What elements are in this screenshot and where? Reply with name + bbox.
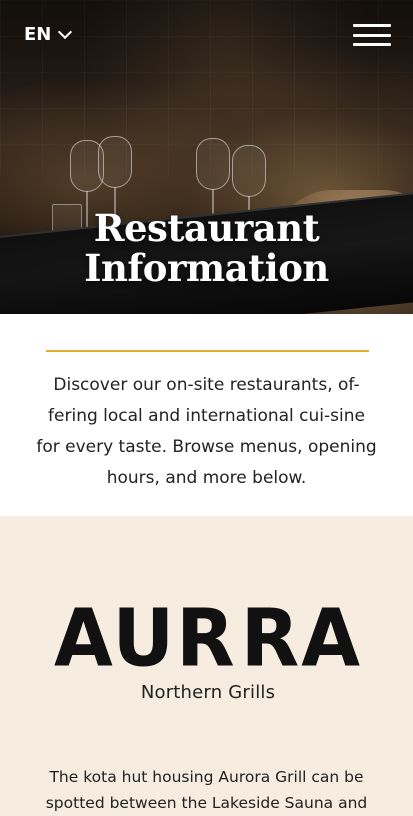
hero-section: EN Restaurant Information — [0, 0, 413, 314]
page-title-line: Restaurant — [93, 206, 320, 250]
aurora-section: AUR RA Northern Grills The kota hut hous… — [0, 516, 413, 816]
logo-text-left: AUR — [53, 590, 237, 685]
language-switcher[interactable]: EN — [24, 24, 73, 45]
intro-text: Discover our on-site restaurants, of-fer… — [36, 375, 377, 488]
accent-divider — [46, 350, 369, 352]
aurora-logo[interactable]: AUR RA Northern Grills — [54, 594, 360, 706]
logo-text-right: RA — [240, 590, 363, 685]
logo-wordmark: AUR RA — [54, 594, 360, 678]
chevron-down-icon — [58, 24, 73, 40]
page-title: Restaurant Information — [0, 208, 413, 288]
hamburger-icon — [353, 33, 391, 37]
language-label: EN — [24, 24, 52, 45]
logo-subtitle: Northern Grills — [140, 682, 276, 703]
hamburger-icon — [353, 24, 391, 27]
restaurant-description: The kota hut housing Aurora Grill can be… — [45, 768, 368, 812]
intro-section: Discover our on-site restaurants, of-fer… — [0, 314, 413, 516]
menu-button[interactable] — [353, 24, 391, 46]
page-title-line: Information — [84, 246, 329, 290]
hamburger-icon — [353, 43, 391, 46]
